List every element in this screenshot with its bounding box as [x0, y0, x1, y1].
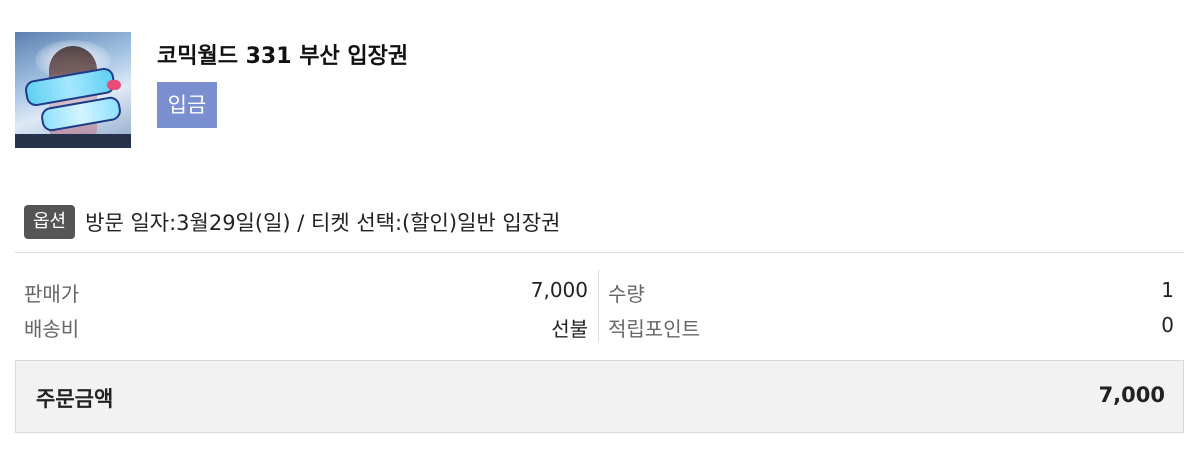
- points-value: 0: [1161, 313, 1174, 337]
- order-item-card: 코믹월드 331 부산 입장권 입금 옵션 방문 일자:3월29일(일) / 티…: [0, 0, 1199, 464]
- sale-price-label: 판매가: [24, 282, 80, 306]
- points-label: 적립포인트: [608, 317, 700, 341]
- sale-price-value: 7,000: [530, 278, 588, 302]
- order-total-label: 주문금액: [36, 387, 114, 411]
- product-title[interactable]: 코믹월드 331 부산 입장권: [157, 38, 408, 70]
- quantity-value: 1: [1161, 278, 1174, 302]
- order-total-box: 주문금액 7,000: [15, 360, 1184, 433]
- option-tag: 옵션: [24, 205, 76, 239]
- option-row: 옵션 방문 일자:3월29일(일) / 티켓 선택:(할인)일반 입장권: [24, 204, 560, 240]
- heart-icon: [107, 80, 121, 90]
- payment-status-badge: 입금: [157, 82, 217, 128]
- product-thumbnail[interactable]: [15, 32, 131, 148]
- column-separator: [598, 270, 599, 342]
- option-text: 방문 일자:3월29일(일) / 티켓 선택:(할인)일반 입장권: [85, 211, 561, 235]
- shipping-value: 선불: [551, 317, 588, 341]
- order-total-value: 7,000: [1098, 383, 1165, 407]
- quantity-label: 수량: [608, 282, 645, 306]
- shipping-label: 배송비: [24, 317, 80, 341]
- thumbnail-footer-strip: [15, 134, 131, 148]
- section-divider: [15, 252, 1184, 253]
